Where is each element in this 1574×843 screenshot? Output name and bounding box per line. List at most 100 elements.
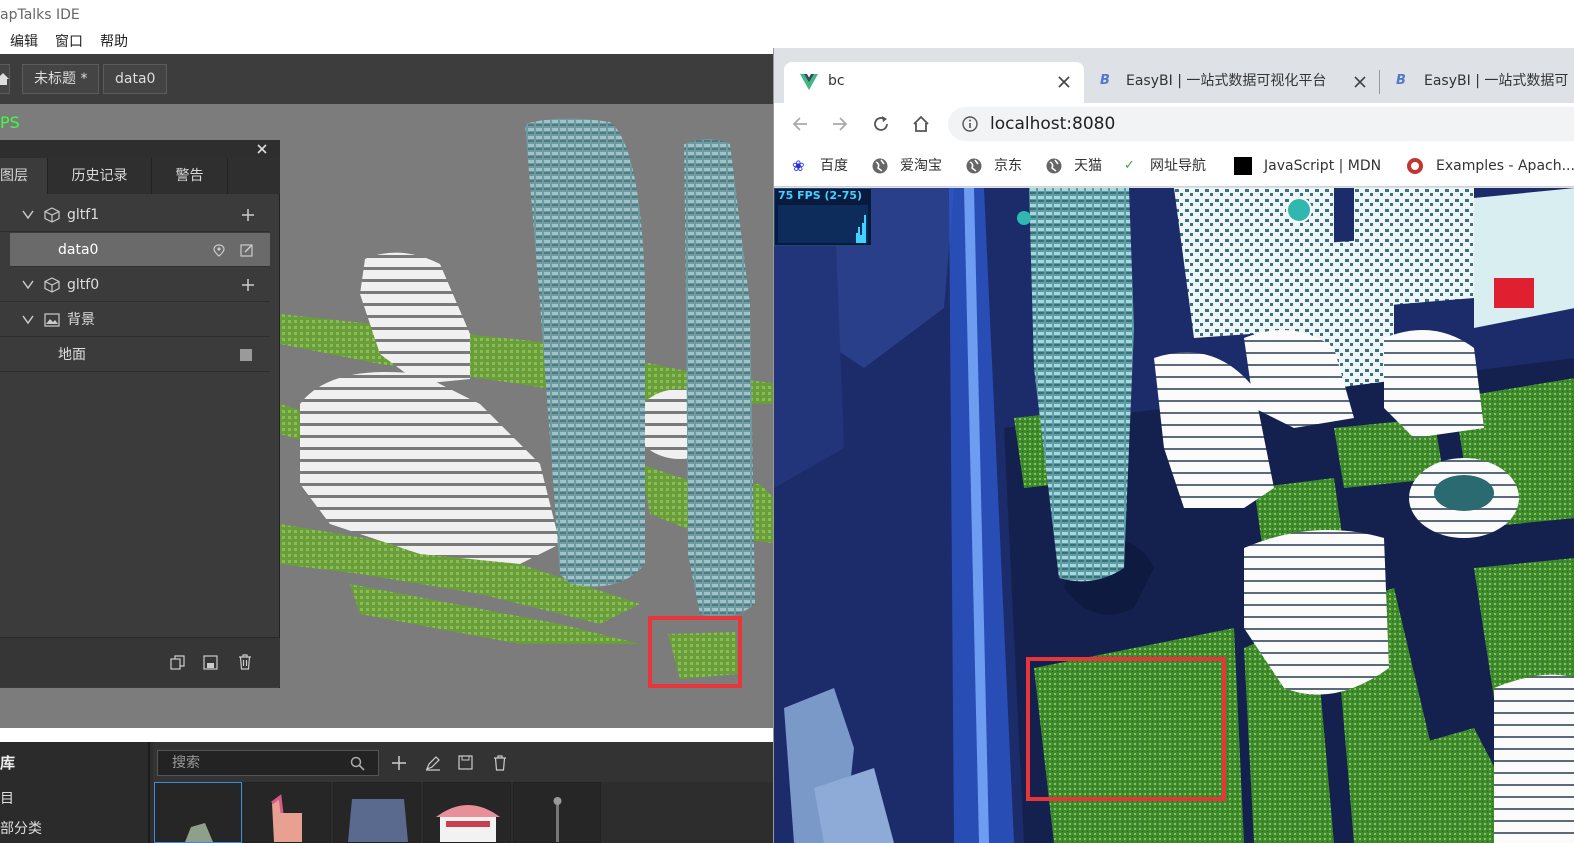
forward-arrow-icon[interactable] [832, 116, 848, 132]
mdn-icon [1234, 157, 1252, 175]
asset-thumbnail[interactable] [333, 782, 421, 843]
bookmark-apache[interactable]: Examples - Apach... [1406, 145, 1574, 187]
library-item-all[interactable]: 目 [0, 788, 14, 808]
trash-icon[interactable] [493, 755, 507, 771]
home-icon [0, 73, 9, 85]
cube-icon [44, 277, 60, 293]
tab-title: bc [828, 73, 845, 89]
tree-item-background[interactable]: 背景 [0, 303, 270, 337]
edit-icon[interactable] [425, 755, 441, 771]
doc-tab-data0[interactable]: data0 [103, 64, 168, 94]
close-icon[interactable] [257, 144, 267, 154]
close-icon[interactable] [1058, 76, 1070, 88]
tree-item-label: 背景 [67, 312, 95, 328]
app-title: apTalks IDE [0, 7, 80, 23]
add-icon[interactable] [241, 278, 255, 292]
add-icon[interactable] [241, 208, 255, 222]
browser-tabstrip: bc B EasyBI | 一站式数据可视化平台 B EasyBI | 一站式数… [774, 48, 1574, 103]
home-icon[interactable] [912, 115, 930, 133]
bookmark-label: 京东 [994, 158, 1022, 174]
tree-item-data0[interactable]: data0 [10, 233, 270, 267]
info-icon[interactable] [962, 116, 978, 132]
stats-fps-text: 75 FPS (2-75) [778, 189, 863, 202]
ide-doc-tabbar: 未标题 * data0 [0, 54, 780, 104]
hao-icon: ✓ [1124, 158, 1135, 173]
panel-footer [0, 637, 280, 687]
bookmark-label: JavaScript | MDN [1264, 158, 1382, 174]
asset-thumb-image [271, 794, 302, 842]
trash-icon[interactable] [238, 654, 252, 670]
browser-tab[interactable]: B EasyBI | 一站式数据可 [1386, 62, 1574, 103]
fps-label: PS [0, 113, 20, 132]
save-layer-icon[interactable] [203, 655, 218, 670]
copy-icon[interactable] [170, 655, 185, 670]
save-icon[interactable] [458, 755, 474, 771]
tab-divider [1379, 70, 1380, 94]
search-placeholder: 搜索 [172, 755, 200, 771]
asset-thumbnail[interactable] [243, 782, 331, 843]
bookmark-label: 百度 [820, 158, 848, 174]
asset-thumbnail[interactable] [513, 782, 601, 843]
chevron-down-icon[interactable] [22, 315, 34, 325]
asset-thumbnail[interactable] [423, 782, 511, 843]
browser-tab[interactable]: B EasyBI | 一站式数据可视化平台 [1092, 62, 1382, 103]
layer-panel: 图层 历史记录 警告 gltf1 data0 gltf0 背景 地面 [0, 140, 280, 688]
tab-layers[interactable]: 图层 [0, 158, 48, 194]
tab-history[interactable]: 历史记录 [48, 158, 152, 194]
globe-icon [872, 158, 888, 174]
bookmark-label: 天猫 [1074, 158, 1102, 174]
square-icon[interactable] [240, 349, 252, 361]
globe-icon [966, 158, 982, 174]
bookmarks-bar: ❀ 百度 爱淘宝 京东 天猫 ✓ 网址导航 JavaScript | MDN E… [774, 145, 1574, 187]
highlight-box-browser [1026, 657, 1226, 801]
stats-graph [778, 205, 868, 243]
bookmark-label: 爱淘宝 [900, 158, 942, 174]
chevron-down-icon[interactable] [22, 210, 34, 220]
tab-title: EasyBI | 一站式数据可视化平台 [1126, 73, 1327, 89]
browser-toolbar: localhost:8080 [774, 103, 1574, 145]
baidu-icon: ❀ [792, 157, 805, 175]
echarts-icon [1407, 158, 1423, 174]
home-button[interactable] [0, 64, 10, 94]
browser-tab-active[interactable]: bc [784, 62, 1084, 103]
asset-thumb-image [553, 797, 562, 842]
highlight-box-ide [648, 616, 742, 688]
panel-tabs: 图层 历史记录 警告 [0, 158, 280, 194]
doc-tab-untitled[interactable]: 未标题 * [22, 64, 100, 94]
library-item-category[interactable]: 部分类 [0, 818, 42, 838]
stats-graph-bars [856, 215, 866, 243]
menu-window[interactable]: 窗口 [55, 30, 83, 54]
search-icon[interactable] [350, 756, 365, 771]
asset-thumb-image [185, 823, 213, 842]
ide-menubar: 编辑 窗口 帮助 [0, 30, 780, 54]
panel-header [0, 140, 280, 158]
library-sidebar: 库 目 部分类 [0, 742, 150, 843]
add-icon[interactable] [392, 756, 406, 770]
tree-item-gltf0[interactable]: gltf0 [0, 268, 270, 302]
globe-icon [1046, 158, 1062, 174]
library-area: 库 目 部分类 搜索 [0, 742, 780, 843]
library-title: 库 [0, 754, 16, 772]
close-icon[interactable] [1354, 76, 1366, 88]
search-input[interactable]: 搜索 [157, 750, 379, 776]
tree-item-label: 地面 [58, 347, 86, 363]
address-bar[interactable]: localhost:8080 [948, 107, 1574, 141]
stats-panel: 75 FPS (2-75) [774, 188, 872, 246]
chevron-down-icon[interactable] [22, 280, 34, 290]
tree-item-ground[interactable]: 地面 [0, 338, 270, 372]
edit-icon[interactable] [240, 243, 254, 257]
tab-warnings[interactable]: 警告 [152, 158, 228, 194]
location-pin-icon[interactable] [213, 244, 225, 257]
menu-edit[interactable]: 编辑 [10, 30, 38, 54]
bookmark-label: Examples - Apach... [1436, 158, 1574, 174]
tree-item-label: gltf1 [67, 207, 100, 223]
cube-icon [44, 207, 60, 223]
asset-thumbnail[interactable] [154, 782, 242, 843]
back-arrow-icon[interactable] [792, 116, 808, 132]
tree-item-label: data0 [58, 242, 99, 258]
tree-item-gltf1[interactable]: gltf1 [0, 198, 270, 232]
reload-icon[interactable] [872, 115, 890, 133]
menu-help[interactable]: 帮助 [100, 30, 128, 54]
vue-icon [800, 74, 818, 90]
asset-thumb-image [436, 805, 500, 842]
